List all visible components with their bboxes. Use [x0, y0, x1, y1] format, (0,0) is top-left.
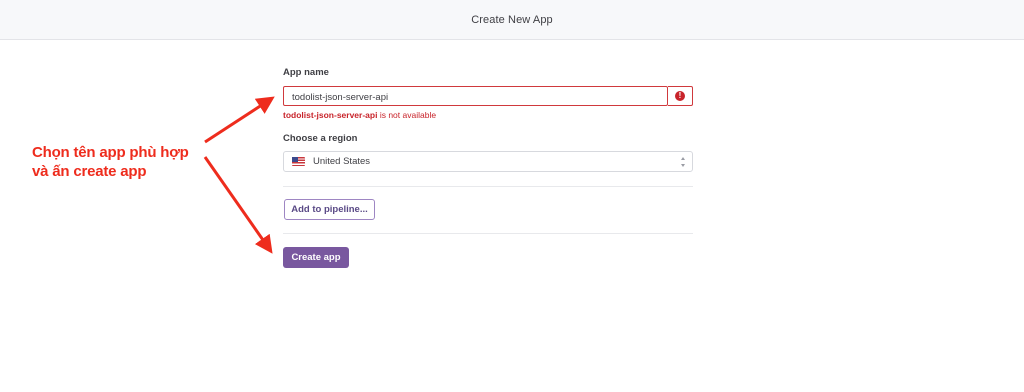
annotation-arrows — [203, 96, 275, 254]
arrow-to-create-app — [203, 156, 273, 254]
arrow-to-app-name — [204, 96, 275, 144]
